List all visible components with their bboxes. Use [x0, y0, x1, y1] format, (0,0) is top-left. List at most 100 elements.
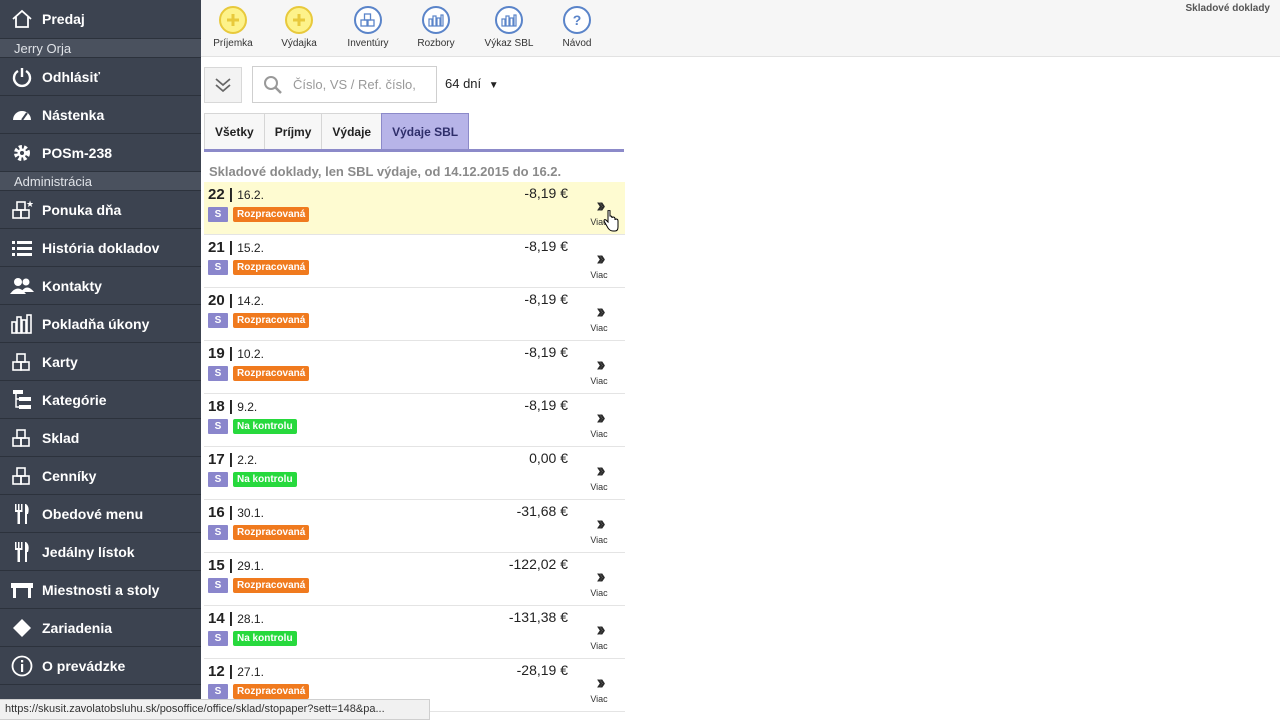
- contacts-icon: [10, 274, 34, 298]
- type-badge: S: [208, 366, 228, 381]
- more-button[interactable]: ›› Viac: [587, 566, 611, 598]
- sidebar-item-pos[interactable]: POSm-238: [0, 134, 201, 172]
- sidebar-item-cards[interactable]: Karty: [0, 343, 201, 381]
- bar-chart-icon: [495, 6, 523, 34]
- sidebar-item-label: Kategórie: [42, 391, 107, 408]
- more-button[interactable]: ›› Viac: [587, 354, 611, 386]
- sidebar-item-label: História dokladov: [42, 239, 160, 256]
- more-label: Viac: [590, 270, 608, 280]
- sidebar-item-cash-operations[interactable]: Pokladňa úkony: [0, 305, 201, 343]
- type-badge: S: [208, 472, 228, 487]
- table-icon: [10, 578, 34, 602]
- more-button[interactable]: ›› Viac: [587, 301, 611, 333]
- list-item[interactable]: 20 | 14.2. -8,19 € S Rozpracovaná ›› Viac: [204, 288, 625, 341]
- chevron-double-right-icon: ››: [596, 301, 605, 323]
- doc-date: 29.1.: [237, 559, 264, 573]
- sidebar-item-about[interactable]: O prevádzke: [0, 647, 201, 685]
- doc-amount: -8,19 €: [524, 397, 568, 413]
- sbl-report-button[interactable]: Výkaz SBL: [474, 6, 544, 49]
- list-item[interactable]: 17 | 2.2. 0,00 € S Na kontrolu ›› Viac: [204, 447, 625, 500]
- help-button[interactable]: ? Návod: [542, 6, 612, 49]
- inventory-button[interactable]: Inventúry: [333, 6, 403, 49]
- pricelist-icon: [10, 464, 34, 488]
- sidebar-item-menu-card[interactable]: Jedálny lístok: [0, 533, 201, 571]
- sidebar-item-label: O prevádzke: [42, 657, 126, 674]
- sidebar-item-label: Pokladňa úkony: [42, 315, 150, 332]
- sidebar-item-label: Cenníky: [42, 467, 97, 484]
- type-badge: S: [208, 313, 228, 328]
- sidebar-item-label: Ponuka dňa: [42, 201, 122, 218]
- doc-date: 2.2.: [237, 453, 258, 467]
- plus-icon: [219, 6, 247, 34]
- sidebar-item-lunch-menu[interactable]: Obedové menu: [0, 495, 201, 533]
- logout-button[interactable]: Odhlásiť: [0, 58, 201, 96]
- gear-icon: [10, 141, 34, 165]
- tab-sbl-expenses[interactable]: Výdaje SBL: [381, 113, 470, 149]
- issue-button[interactable]: Výdajka: [264, 6, 334, 49]
- list-item[interactable]: 19 | 10.2. -8,19 € S Rozpracovaná ›› Viac: [204, 341, 625, 394]
- sidebar-item-daily-offer[interactable]: ★ Ponuka dňa: [0, 191, 201, 229]
- hand-cursor-icon: [603, 209, 619, 237]
- sidebar-item-devices[interactable]: Zariadenia: [0, 609, 201, 647]
- status-bar-url: https://skusit.zavolatobsluhu.sk/posoffi…: [0, 699, 430, 720]
- list-item[interactable]: 22 | 16.2. -8,19 € S Rozpracovaná ›› Viac: [204, 182, 625, 235]
- chevron-double-right-icon: ››: [596, 566, 605, 588]
- toolbar-button-label: Inventúry: [347, 38, 389, 49]
- svg-text:★: ★: [26, 199, 33, 209]
- list-item[interactable]: 21 | 15.2. -8,19 € S Rozpracovaná ›› Viac: [204, 235, 625, 288]
- plus-icon: [285, 6, 313, 34]
- more-button[interactable]: ›› Viac: [587, 619, 611, 651]
- sidebar-item-label: Obedové menu: [42, 505, 144, 522]
- help-icon: ?: [563, 6, 591, 34]
- more-button[interactable]: ›› Viac: [587, 673, 611, 704]
- list-item[interactable]: 16 | 30.1. -31,68 € S Rozpracovaná ›› Viac: [204, 500, 625, 553]
- status-badge: Na kontrolu: [233, 472, 297, 487]
- sidebar-item-warehouse[interactable]: Sklad: [0, 419, 201, 457]
- tab-expenses[interactable]: Výdaje: [321, 113, 383, 149]
- receipt-button[interactable]: Príjemka: [198, 6, 268, 49]
- more-button[interactable]: ›› Viac: [587, 514, 611, 545]
- sidebar: Predaj Jerry Orja Odhlásiť Nástenka POSm…: [0, 0, 201, 720]
- chevron-double-right-icon: ››: [596, 354, 605, 376]
- doc-date: 27.1.: [237, 665, 264, 679]
- list-item[interactable]: 14 | 28.1. -131,38 € S Na kontrolu ›› Viac: [204, 606, 625, 659]
- categories-icon: [10, 388, 34, 412]
- toolbar-button-label: Rozbory: [417, 38, 455, 49]
- toolbar-button-label: Príjemka: [213, 38, 253, 49]
- doc-number: 22: [208, 186, 225, 203]
- sidebar-item-dashboard[interactable]: Nástenka: [0, 96, 201, 134]
- bar-chart-icon: [422, 6, 450, 34]
- chevron-double-right-icon: ››: [596, 407, 605, 429]
- search-input[interactable]: [293, 77, 423, 92]
- expand-filter-button[interactable]: [204, 67, 242, 103]
- list-item[interactable]: 15 | 29.1. -122,02 € S Rozpracovaná ›› Via…: [204, 553, 625, 606]
- more-button[interactable]: ›› Viac: [587, 249, 611, 280]
- sidebar-item-label: Nástenka: [42, 106, 105, 123]
- sidebar-item-predaj[interactable]: Predaj: [0, 0, 201, 39]
- list-item[interactable]: 18 | 9.2. -8,19 € S Na kontrolu ›› Viac: [204, 394, 625, 447]
- search-icon: [264, 75, 282, 94]
- tab-all[interactable]: Všetky: [204, 113, 265, 149]
- sidebar-item-contacts[interactable]: Kontakty: [0, 267, 201, 305]
- sidebar-item-categories[interactable]: Kategórie: [0, 381, 201, 419]
- tab-incomes[interactable]: Príjmy: [263, 113, 323, 149]
- doc-date: 30.1.: [237, 506, 264, 520]
- more-button[interactable]: ›› Viac: [587, 461, 611, 492]
- days-dropdown[interactable]: 64 dní ▼: [445, 76, 499, 91]
- bar-chart-icon: [10, 312, 34, 336]
- sidebar-item-label: Predaj: [42, 11, 85, 27]
- doc-number-cell: 16 | 30.1.: [208, 504, 264, 521]
- sidebar-item-history[interactable]: História dokladov: [0, 229, 201, 267]
- warehouse-icon: [10, 426, 34, 450]
- analysis-button[interactable]: Rozbory: [401, 6, 471, 49]
- doc-number-cell: 19 | 10.2.: [208, 345, 264, 362]
- toolbar-button-label: Výdajka: [281, 38, 317, 49]
- doc-number: 21: [208, 239, 225, 256]
- toolbar-button-label: Výkaz SBL: [484, 38, 534, 49]
- sidebar-item-rooms-tables[interactable]: Miestnosti a stoly: [0, 571, 201, 609]
- sidebar-item-pricelists[interactable]: Cenníky: [0, 457, 201, 495]
- chevron-double-right-icon: ››: [596, 619, 605, 641]
- doc-number-cell: 17 | 2.2.: [208, 451, 258, 468]
- more-button[interactable]: ›› Viac: [587, 407, 611, 439]
- more-label: Viac: [590, 641, 608, 651]
